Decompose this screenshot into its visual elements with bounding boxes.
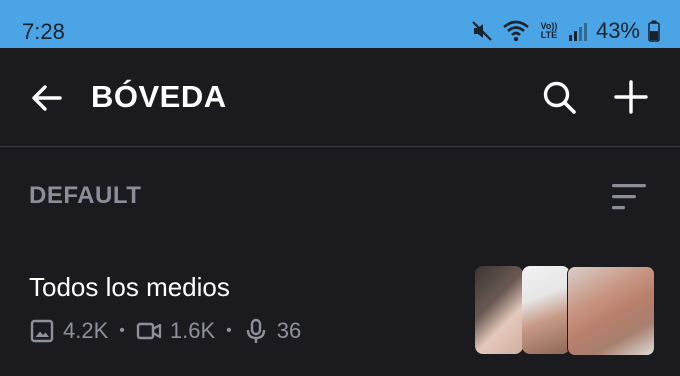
signal-icon bbox=[568, 23, 587, 41]
audio-count: 36 bbox=[276, 318, 302, 343]
thumbnail bbox=[522, 266, 570, 354]
section-title: DEFAULT bbox=[29, 182, 142, 209]
item-title: Todos los medios bbox=[29, 272, 230, 302]
videos-count: 1.6K bbox=[169, 318, 216, 343]
microphone-icon bbox=[246, 318, 265, 343]
page-title: BÓVEDA bbox=[91, 79, 227, 114]
divider bbox=[0, 146, 680, 147]
back-arrow-icon[interactable] bbox=[28, 79, 66, 117]
wifi-icon bbox=[503, 20, 529, 42]
status-bar: 7:28 Vo)) LTE 43% bbox=[0, 0, 680, 48]
images-count: 4.2K bbox=[63, 318, 109, 343]
mute-icon bbox=[472, 21, 492, 41]
video-icon bbox=[136, 322, 161, 340]
battery-icon bbox=[648, 20, 660, 42]
app-bar: BÓVEDA bbox=[0, 48, 680, 146]
add-icon[interactable] bbox=[612, 78, 650, 116]
thumbnail-stack bbox=[475, 266, 655, 356]
separator-dot: • bbox=[119, 322, 125, 339]
status-time: 7:28 bbox=[22, 19, 65, 44]
thumbnail bbox=[475, 266, 523, 354]
volte-lte-icon: Vo)) LTE bbox=[538, 22, 560, 40]
sort-icon[interactable] bbox=[612, 182, 648, 212]
lte-label: LTE bbox=[540, 30, 558, 40]
battery-percent: 43% bbox=[595, 18, 640, 43]
status-icons: Vo)) LTE 43% bbox=[470, 14, 660, 48]
item-meta: 4.2K • 1.6K • 36 bbox=[29, 316, 301, 346]
separator-dot: • bbox=[226, 322, 232, 339]
search-icon[interactable] bbox=[540, 78, 578, 116]
thumbnail bbox=[567, 266, 655, 356]
image-icon bbox=[30, 319, 54, 343]
